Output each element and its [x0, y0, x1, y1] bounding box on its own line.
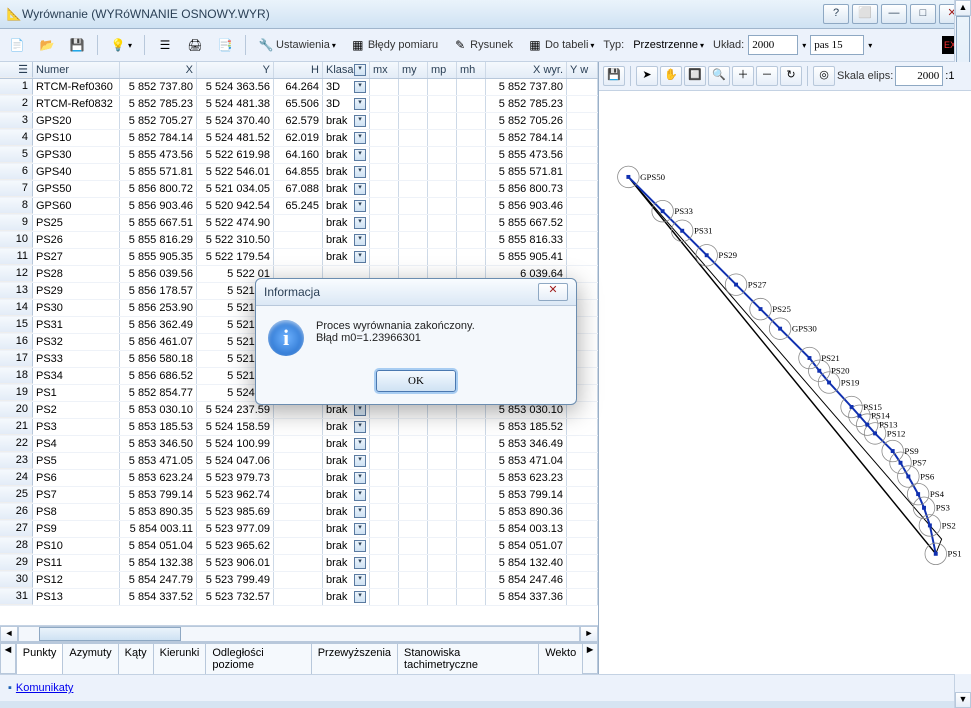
- dialog-line2: Błąd m0=1.23966301: [316, 332, 475, 344]
- ok-button[interactable]: OK: [376, 370, 456, 392]
- info-icon: i: [268, 320, 304, 356]
- dialog-close-button[interactable]: ✕: [538, 283, 568, 301]
- info-dialog: Informacja ✕ i Proces wyrównania zakończ…: [255, 278, 577, 405]
- dialog-title: Informacja: [264, 285, 320, 299]
- dialog-line1: Proces wyrównania zakończony.: [316, 320, 475, 332]
